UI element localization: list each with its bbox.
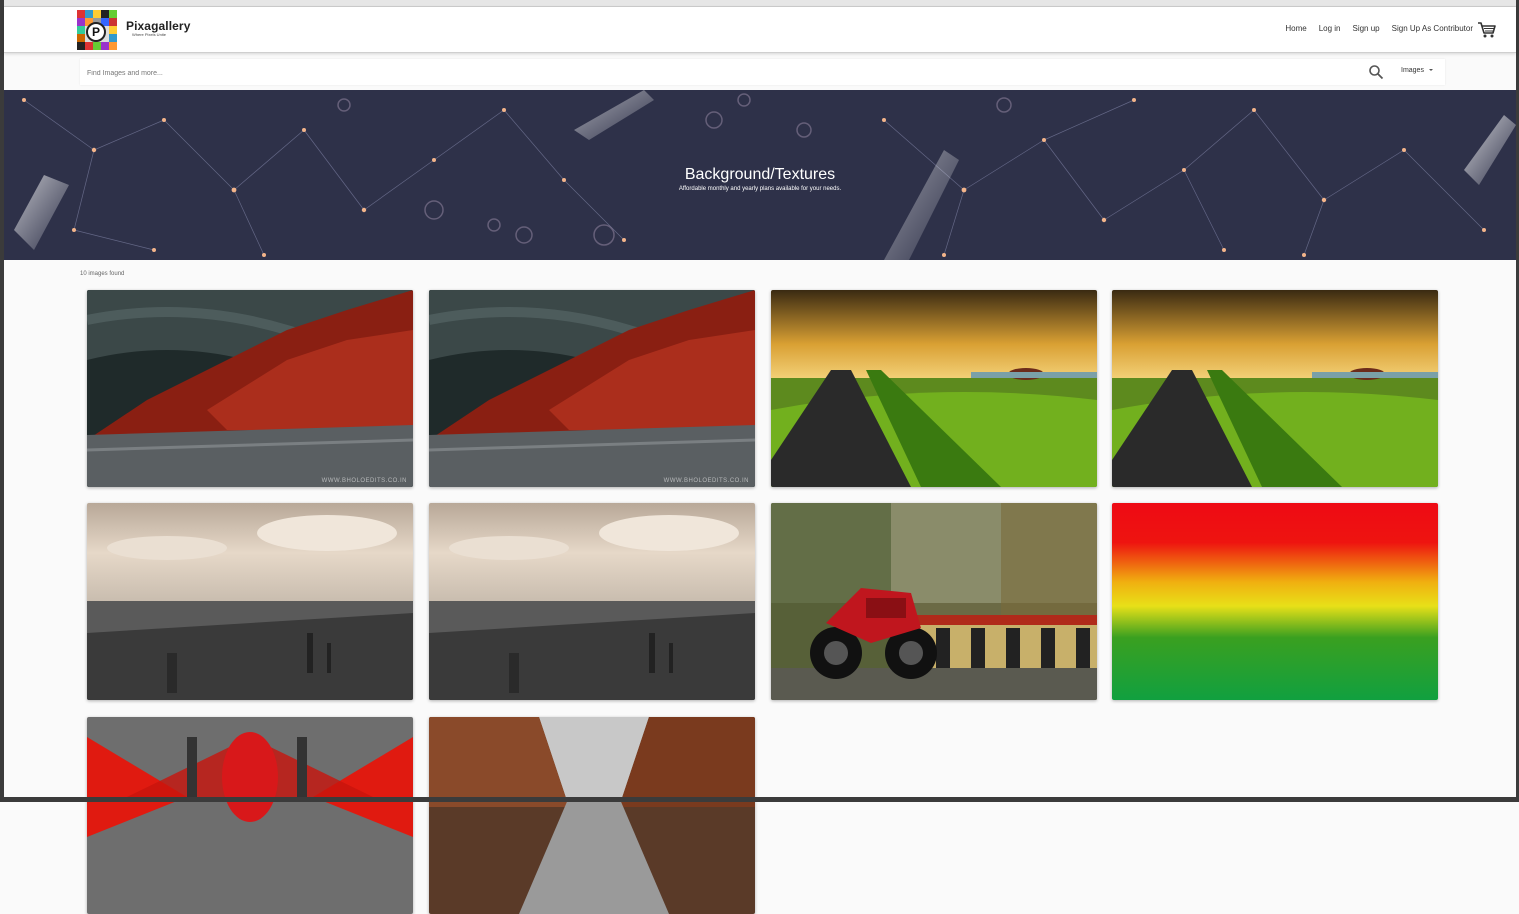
image-card[interactable] bbox=[771, 290, 1097, 487]
window-bottom-edge bbox=[0, 797, 1519, 802]
category-hero-banner: Background/Textures Affordable monthly a… bbox=[4, 90, 1516, 260]
image-card[interactable] bbox=[1112, 290, 1438, 487]
results-count: 10 images found bbox=[80, 271, 125, 277]
image-watermark: WWW.BHOLOEDITS.CO.IN bbox=[321, 478, 407, 484]
image-card[interactable] bbox=[87, 717, 413, 914]
image-card[interactable] bbox=[771, 503, 1097, 700]
nav-login-link[interactable]: Log in bbox=[1319, 24, 1341, 33]
brand-tagline: Where Pixels Unite bbox=[132, 32, 167, 37]
image-thumbnail bbox=[1112, 290, 1438, 487]
search-icon[interactable] bbox=[1368, 64, 1384, 80]
nav-links: Home Log in Sign up Sign Up As Contribut… bbox=[1285, 24, 1473, 33]
image-thumbnail bbox=[429, 290, 755, 487]
nav-contributor-signup-link[interactable]: Sign Up As Contributor bbox=[1392, 24, 1473, 33]
chevron-down-icon bbox=[1428, 69, 1433, 72]
image-thumbnail bbox=[429, 717, 755, 914]
image-card[interactable] bbox=[1112, 503, 1438, 700]
search-bar: Images bbox=[80, 59, 1445, 85]
nav-home-link[interactable]: Home bbox=[1285, 24, 1306, 33]
hero-title: Background/Textures bbox=[684, 166, 836, 183]
image-card[interactable]: WWW.BHOLOEDITS.CO.IN bbox=[87, 290, 413, 487]
image-card[interactable] bbox=[429, 717, 755, 914]
image-thumbnail bbox=[87, 717, 413, 914]
image-card[interactable]: WWW.BHOLOEDITS.CO.IN bbox=[429, 290, 755, 487]
cart-icon[interactable] bbox=[1477, 21, 1497, 39]
image-card[interactable] bbox=[87, 503, 413, 700]
image-watermark: WWW.BHOLOEDITS.CO.IN bbox=[663, 478, 749, 484]
nav-signup-link[interactable]: Sign up bbox=[1352, 24, 1379, 33]
image-card[interactable] bbox=[429, 503, 755, 700]
image-thumbnail bbox=[771, 503, 1097, 700]
image-thumbnail bbox=[771, 290, 1097, 487]
search-type-dropdown[interactable]: Images bbox=[1401, 67, 1433, 74]
hero-subtitle: Affordable monthly and yearly plans avai… bbox=[678, 186, 842, 192]
top-navbar: P Pixagallery Where Pixels Unite Home Lo… bbox=[4, 7, 1516, 53]
brand-name[interactable]: Pixagallery bbox=[126, 19, 190, 33]
image-thumbnail bbox=[87, 503, 413, 700]
window-top-edge bbox=[0, 0, 1519, 7]
image-thumbnail bbox=[1112, 503, 1438, 700]
logo-icon[interactable]: P bbox=[77, 10, 117, 50]
search-input[interactable] bbox=[85, 63, 1359, 83]
search-type-label: Images bbox=[1401, 67, 1424, 74]
image-thumbnail bbox=[87, 290, 413, 487]
image-thumbnail bbox=[429, 503, 755, 700]
